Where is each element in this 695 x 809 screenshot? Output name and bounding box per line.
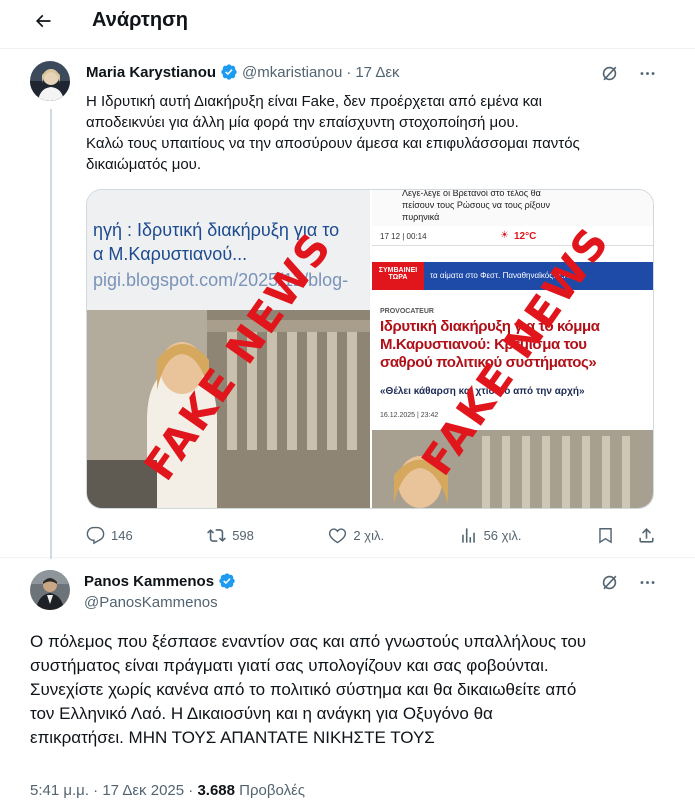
repost-count: 598 xyxy=(232,527,254,543)
text-line: επικρατήσει. ΜΗΝ ΤΟΥΣ ΑΠΑΝΤΑΤΕ ΝΙΚΗΣΤΕ Τ… xyxy=(30,728,435,747)
bar-chart-icon xyxy=(461,527,475,543)
text-line: Καλώ τους υπαιτίους να την αποσύρουν άμε… xyxy=(86,135,580,152)
bookmark-button[interactable] xyxy=(596,526,656,545)
main-post: Panos Kammenos @PanosKammenos Ο πόλεμος … xyxy=(0,558,695,809)
text-line: δικαιώματός μου. xyxy=(86,156,202,173)
views-count: 56 χιλ. xyxy=(483,527,522,543)
news-ticker: ΣΥΜΒΑΙΝΕΙ ΤΩΡΑ τα αίματα στο Φεστ. Παναθ… xyxy=(372,262,653,290)
like-count: 2 χιλ. xyxy=(353,527,385,543)
media-grid[interactable]: ηγή : Ιδρυτική διακήρυξη για το α Μ.Καρυ… xyxy=(86,189,654,509)
temperature: 12°C xyxy=(514,231,537,242)
parent-post[interactable]: Maria Karystianou @mkaristianou · 17 Δεκ… xyxy=(0,48,695,559)
post-corner-actions xyxy=(599,572,657,592)
repost-icon xyxy=(207,528,227,542)
news-timestamp: 16.12.2025 | 23:42 xyxy=(380,412,439,419)
views-count: 3.688 xyxy=(197,782,235,799)
views-button[interactable]: 56 χιλ. xyxy=(459,526,522,545)
reply-icon xyxy=(86,526,105,544)
media-image-left[interactable]: ηγή : Ιδρυτική διακήρυξη για το α Μ.Καρυ… xyxy=(87,190,370,508)
news-kicker: PROVOCATEUR xyxy=(380,308,434,315)
separator-dot: · xyxy=(346,63,352,81)
top-bar: Ανάρτηση xyxy=(0,0,695,42)
author-name[interactable]: Maria Karystianou xyxy=(86,64,216,81)
grok-icon[interactable] xyxy=(599,63,619,83)
like-button[interactable]: 2 χιλ. xyxy=(328,526,384,545)
arrow-left-icon xyxy=(35,14,51,28)
author-row: Panos Kammenos xyxy=(84,572,236,590)
text-line: Η Ιδρυτική αυτή Διακήρυξη είναι Fake, δε… xyxy=(86,93,543,110)
separator-dot: · xyxy=(188,782,194,799)
news-top-line: Λεγε-λεγε οι Βρετανοί στο τέλος θα xyxy=(402,190,541,198)
media-image-right[interactable]: Λεγε-λεγε οι Βρετανοί στο τέλος θα πείσο… xyxy=(372,190,653,508)
ticker-badge-line: ΣΥΜΒΑΙΝΕΙ xyxy=(378,267,418,274)
post-time[interactable]: 5:41 μ.μ. xyxy=(30,782,89,799)
page-title: Ανάρτηση xyxy=(92,9,188,31)
verified-badge-icon xyxy=(218,572,236,590)
share-icon[interactable] xyxy=(637,526,656,545)
author-handle[interactable]: @PanosKammenos xyxy=(84,594,218,611)
text-line: τον Ελληνικό Λαό. Η Δικαιοσύνη και η ανά… xyxy=(30,704,493,723)
post-date[interactable]: 17 Δεκ xyxy=(355,64,399,81)
reply-count: 146 xyxy=(111,527,133,543)
back-button[interactable] xyxy=(28,6,58,36)
post-text: Η Ιδρυτική αυτή Διακήρυξη είναι Fake, δε… xyxy=(86,91,661,175)
bookmark-icon xyxy=(599,527,612,544)
post-metadata: 5:41 μ.μ. · 17 Δεκ 2025 · 3.688 Προβολές xyxy=(30,782,305,799)
author-handle[interactable]: @mkaristianou xyxy=(242,64,342,81)
news-top-line: πείσουν τους Ρώσους να τους ρίξουν xyxy=(402,200,550,210)
post-actions: 146 598 2 χιλ. 56 χιλ. xyxy=(86,523,656,547)
avatar[interactable] xyxy=(30,61,70,101)
ticker-badge-line: ΤΩΡΑ xyxy=(388,274,408,281)
thread-line xyxy=(50,109,52,559)
views-label: Προβολές xyxy=(239,782,305,799)
post-corner-actions xyxy=(599,63,657,83)
image-caption-line: α Μ.Καρυστιανού... xyxy=(93,244,248,264)
text-line: συστήματος είναι πράγματι γιατί σας υπολ… xyxy=(30,656,549,675)
grok-icon[interactable] xyxy=(599,572,619,592)
more-options-icon[interactable] xyxy=(637,63,657,83)
separator-dot: · xyxy=(93,782,99,799)
text-line: Συνεχίστε χωρίς κανένα από το πολιτικό σ… xyxy=(30,680,577,699)
news-date: 17 12 | 00:14 xyxy=(380,232,427,241)
post-date[interactable]: 17 Δεκ 2025 xyxy=(102,782,184,799)
author-row: Maria Karystianou @mkaristianou · 17 Δεκ xyxy=(86,63,400,81)
ticker-badge: ΣΥΜΒΑΙΝΕΙ ΤΩΡΑ xyxy=(372,262,424,290)
verified-badge-icon xyxy=(220,63,238,81)
author-name[interactable]: Panos Kammenos xyxy=(84,573,214,590)
text-line: Ο πόλεμος που ξέσπασε εναντίον σας και α… xyxy=(30,632,587,651)
reply-button[interactable]: 146 xyxy=(86,526,133,545)
news-photo xyxy=(372,430,653,508)
news-top-line: πυρηνικά xyxy=(402,212,440,222)
post-text: Ο πόλεμος που ξέσπασε εναντίον σας και α… xyxy=(30,630,670,750)
heart-icon xyxy=(329,527,347,543)
repost-button[interactable]: 598 xyxy=(207,526,254,545)
text-line: αποδεικνύει για άλλη μία φορά την επαίσχ… xyxy=(86,114,519,131)
news-headline-line: Μ.Καρυστιανού: Κρέμισμα του xyxy=(380,336,587,353)
more-options-icon[interactable] xyxy=(637,572,657,592)
weather-icon: ☀ xyxy=(500,230,509,241)
avatar[interactable] xyxy=(30,570,70,610)
